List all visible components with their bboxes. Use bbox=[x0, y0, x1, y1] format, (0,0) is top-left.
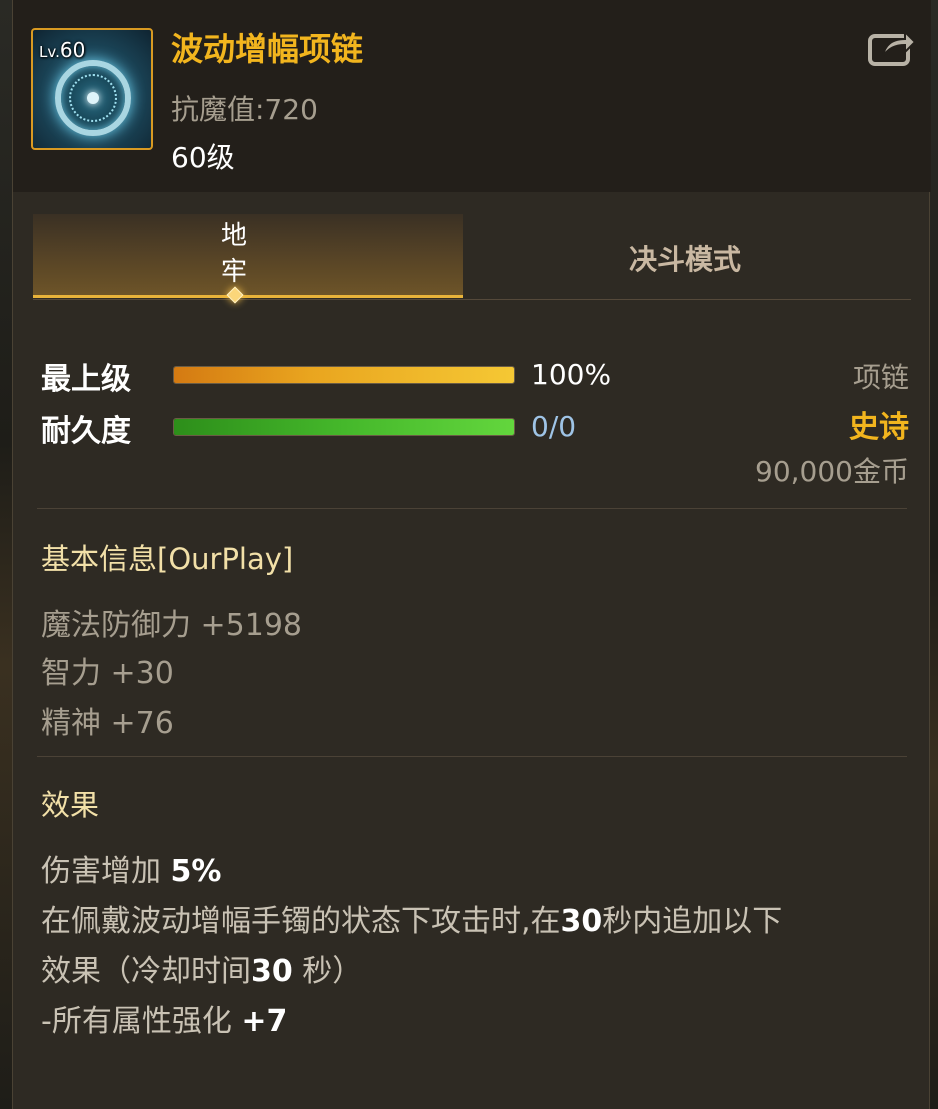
share-icon[interactable] bbox=[867, 26, 917, 68]
item-type: 项链 bbox=[852, 361, 909, 394]
effect-line-2: 在佩戴波动增幅手镯的状态下攻击时,在30秒内追加以下 bbox=[41, 896, 782, 940]
stat-spirit: 精神 +76 bbox=[41, 706, 174, 741]
level-badge-prefix: Lv. bbox=[39, 43, 60, 61]
necklace-icon: Lv.60 bbox=[31, 28, 153, 150]
tab-dungeon-label: 地牢 bbox=[219, 218, 249, 290]
divider bbox=[37, 756, 907, 757]
necklace-ring-graphic bbox=[55, 60, 131, 136]
basic-info-title: 基本信息[OurPlay] bbox=[41, 542, 294, 576]
effect-text: 秒内追加以下 bbox=[602, 904, 783, 939]
item-name: 波动增幅项链 bbox=[171, 30, 364, 68]
tab-dungeon-char1: 地 bbox=[220, 221, 247, 251]
tab-dungeon[interactable]: 地牢 bbox=[33, 214, 463, 304]
level-badge-number: 60 bbox=[59, 38, 86, 62]
divider bbox=[37, 508, 907, 509]
durability-label: 耐久度 bbox=[41, 414, 131, 449]
tab-duel-mode-label: 决斗模式 bbox=[629, 243, 742, 276]
magic-resistance: 抗魔值:720 bbox=[171, 93, 318, 126]
item-rarity: 史诗 bbox=[849, 410, 909, 445]
durability-bar bbox=[173, 418, 515, 436]
item-price: 90,000金币 bbox=[755, 455, 909, 488]
effect-text: 在佩戴波动增幅手镯的状态下攻击时,在 bbox=[41, 904, 561, 939]
grade-value: 100% bbox=[531, 358, 612, 391]
effect-text: 伤害增加 bbox=[41, 854, 171, 889]
effect-text: 效果（冷却时间 bbox=[41, 954, 251, 989]
tab-dungeon-char2: 牢 bbox=[220, 257, 247, 287]
grade-label: 最上级 bbox=[41, 362, 131, 397]
item-level: 60级 bbox=[171, 141, 235, 174]
tab-duel-mode[interactable]: 决斗模式 bbox=[463, 214, 911, 298]
effect-value: 5% bbox=[170, 854, 222, 889]
stat-magic-defense: 魔法防御力 +5198 bbox=[41, 608, 303, 643]
item-tooltip-panel: Lv.60 波动增幅项链 抗魔值:720 60级 地牢 决斗模式 最上级 100… bbox=[12, 0, 931, 1109]
grade-bar bbox=[173, 366, 515, 384]
level-badge: Lv.60 bbox=[39, 38, 85, 62]
grade-bar-fill bbox=[174, 367, 514, 383]
effect-text: -所有属性强化 bbox=[41, 1004, 242, 1039]
mode-tabs: 地牢 决斗模式 bbox=[33, 214, 911, 304]
effect-value: 30 bbox=[560, 904, 603, 939]
effect-text: 秒） bbox=[292, 954, 363, 989]
effect-line-1: 伤害增加 5% bbox=[41, 846, 221, 890]
tooltip-header: Lv.60 波动增幅项链 抗魔值:720 60级 bbox=[13, 0, 931, 192]
effect-line-3: 效果（冷却时间30 秒） bbox=[41, 946, 362, 990]
effects-title: 效果 bbox=[41, 788, 100, 822]
durability-value: 0/0 bbox=[531, 410, 577, 443]
stat-intelligence: 智力 +30 bbox=[41, 656, 174, 691]
effect-value: +7 bbox=[241, 1004, 288, 1039]
durability-bar-fill bbox=[174, 419, 514, 435]
effect-line-4: -所有属性强化 +7 bbox=[41, 996, 287, 1040]
effect-value: 30 bbox=[251, 954, 293, 989]
